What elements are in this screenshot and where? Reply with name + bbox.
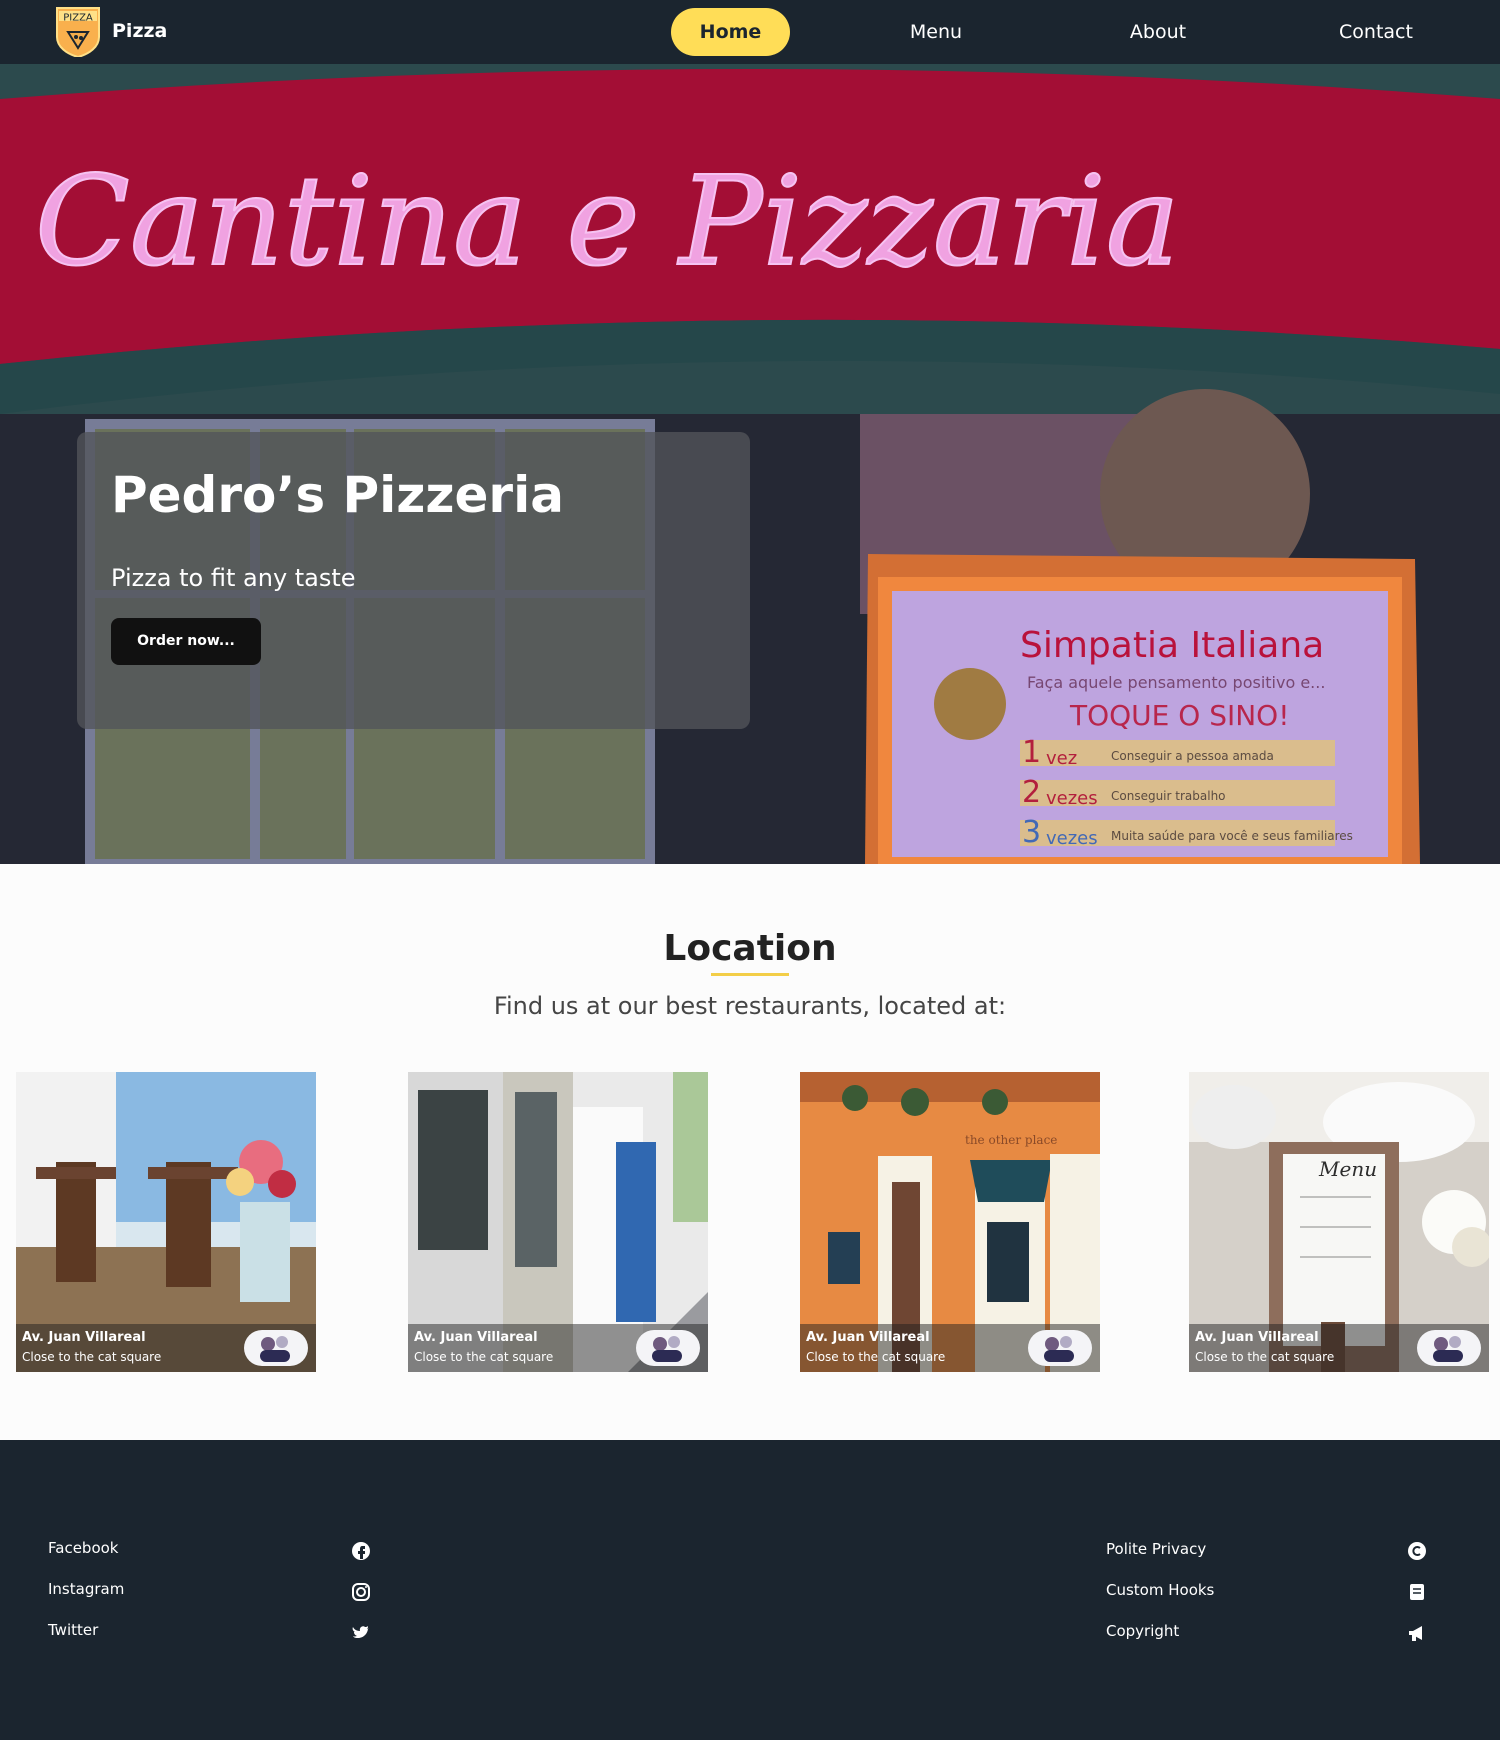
location-card-subtitle: Close to the cat square bbox=[22, 1350, 162, 1364]
footer: Facebook Instagram Twitter Polite Privac… bbox=[0, 1440, 1500, 1740]
brand-name[interactable]: Pizza bbox=[112, 20, 167, 42]
nav-item-about[interactable]: About bbox=[1102, 8, 1214, 56]
svg-text:Conseguir a pessoa amada: Conseguir a pessoa amada bbox=[1111, 749, 1274, 763]
location-card-caption: Av. Juan Villareal Close to the cat squa… bbox=[1189, 1324, 1489, 1372]
svg-text:PIZZA: PIZZA bbox=[63, 13, 93, 23]
avatar bbox=[1028, 1330, 1092, 1366]
location-card-title: Av. Juan Villareal bbox=[806, 1330, 930, 1345]
location-card-caption: Av. Juan Villareal Close to the cat squa… bbox=[408, 1324, 708, 1372]
svg-text:Cantina e Pizzaria: Cantina e Pizzaria bbox=[35, 150, 1180, 294]
twitter-icon[interactable] bbox=[351, 1623, 371, 1643]
svg-text:Faça aquele pensamento positiv: Faça aquele pensamento positivo e... bbox=[1027, 673, 1325, 692]
megaphone-icon[interactable] bbox=[1407, 1623, 1427, 1643]
svg-text:vezes: vezes bbox=[1046, 828, 1098, 849]
hero-subtitle: Pizza to fit any taste bbox=[111, 564, 356, 592]
nav-item-contact[interactable]: Contact bbox=[1320, 8, 1432, 56]
location-card-caption: Av. Juan Villareal Close to the cat squa… bbox=[800, 1324, 1100, 1372]
copyright-link[interactable]: Copyright bbox=[1106, 1622, 1179, 1640]
facebook-icon[interactable] bbox=[351, 1541, 371, 1561]
location-card-title: Av. Juan Villareal bbox=[414, 1330, 538, 1345]
location-card-4[interactable]: Menu Av. Juan Villareal Close to the cat… bbox=[1189, 1072, 1489, 1372]
hero-section: Cantina e Pizzaria Simpatia Italiana Faç… bbox=[0, 64, 1500, 864]
location-card-subtitle: Close to the cat square bbox=[1195, 1350, 1335, 1364]
svg-text:2: 2 bbox=[1022, 775, 1041, 810]
svg-text:1: 1 bbox=[1022, 735, 1041, 770]
location-card-subtitle: Close to the cat square bbox=[806, 1350, 946, 1364]
location-subtitle: Find us at our best restaurants, located… bbox=[493, 992, 1007, 1020]
location-card-title: Av. Juan Villareal bbox=[22, 1330, 146, 1345]
avatar bbox=[636, 1330, 700, 1366]
avatar bbox=[244, 1330, 308, 1366]
svg-text:Muita saúde para você e seus f: Muita saúde para você e seus familiares bbox=[1111, 829, 1353, 843]
instagram-link[interactable]: Instagram bbox=[48, 1580, 124, 1598]
top-navigation: PIZZA Pizza Home Menu About Contact bbox=[0, 0, 1500, 64]
logo-text: PIZZA bbox=[63, 13, 93, 23]
svg-text:TOQUE O SINO!: TOQUE O SINO! bbox=[1069, 699, 1289, 732]
svg-text:3: 3 bbox=[1022, 815, 1041, 850]
location-card-1[interactable]: Av. Juan Villareal Close to the cat squa… bbox=[16, 1072, 316, 1372]
nav-item-home[interactable]: Home bbox=[671, 8, 790, 56]
twitter-link[interactable]: Twitter bbox=[48, 1621, 98, 1639]
svg-text:the other place: the other place bbox=[965, 1133, 1057, 1147]
location-card-caption: Av. Juan Villareal Close to the cat squa… bbox=[16, 1324, 316, 1372]
custom-hooks-link[interactable]: Custom Hooks bbox=[1106, 1581, 1214, 1599]
nav-item-menu[interactable]: Menu bbox=[880, 8, 992, 56]
hero-content-card: Pedro’s Pizzeria Pizza to fit any taste … bbox=[77, 432, 750, 729]
location-card-2[interactable]: Av. Juan Villareal Close to the cat squa… bbox=[408, 1072, 708, 1372]
facebook-link[interactable]: Facebook bbox=[48, 1539, 118, 1557]
svg-text:vezes: vezes bbox=[1046, 788, 1098, 809]
svg-text:Simpatia Italiana: Simpatia Italiana bbox=[1020, 625, 1324, 666]
order-now-button[interactable]: Order now... bbox=[111, 618, 261, 665]
svg-text:Menu: Menu bbox=[1318, 1157, 1377, 1181]
book-icon[interactable] bbox=[1407, 1582, 1427, 1602]
location-title-underline bbox=[711, 973, 789, 976]
privacy-link[interactable]: Polite Privacy bbox=[1106, 1540, 1206, 1558]
location-card-3[interactable]: the other place Av. Juan Villareal Close… bbox=[800, 1072, 1100, 1372]
avatar bbox=[1417, 1330, 1481, 1366]
location-card-subtitle: Close to the cat square bbox=[414, 1350, 554, 1364]
svg-text:Conseguir trabalho: Conseguir trabalho bbox=[1111, 789, 1226, 803]
instagram-icon[interactable] bbox=[351, 1582, 371, 1602]
location-card-title: Av. Juan Villareal bbox=[1195, 1330, 1319, 1345]
svg-text:vez: vez bbox=[1046, 748, 1077, 769]
copyright-icon[interactable] bbox=[1407, 1541, 1427, 1561]
hero-title: Pedro’s Pizzeria bbox=[111, 466, 564, 524]
location-title: Location bbox=[663, 928, 837, 969]
